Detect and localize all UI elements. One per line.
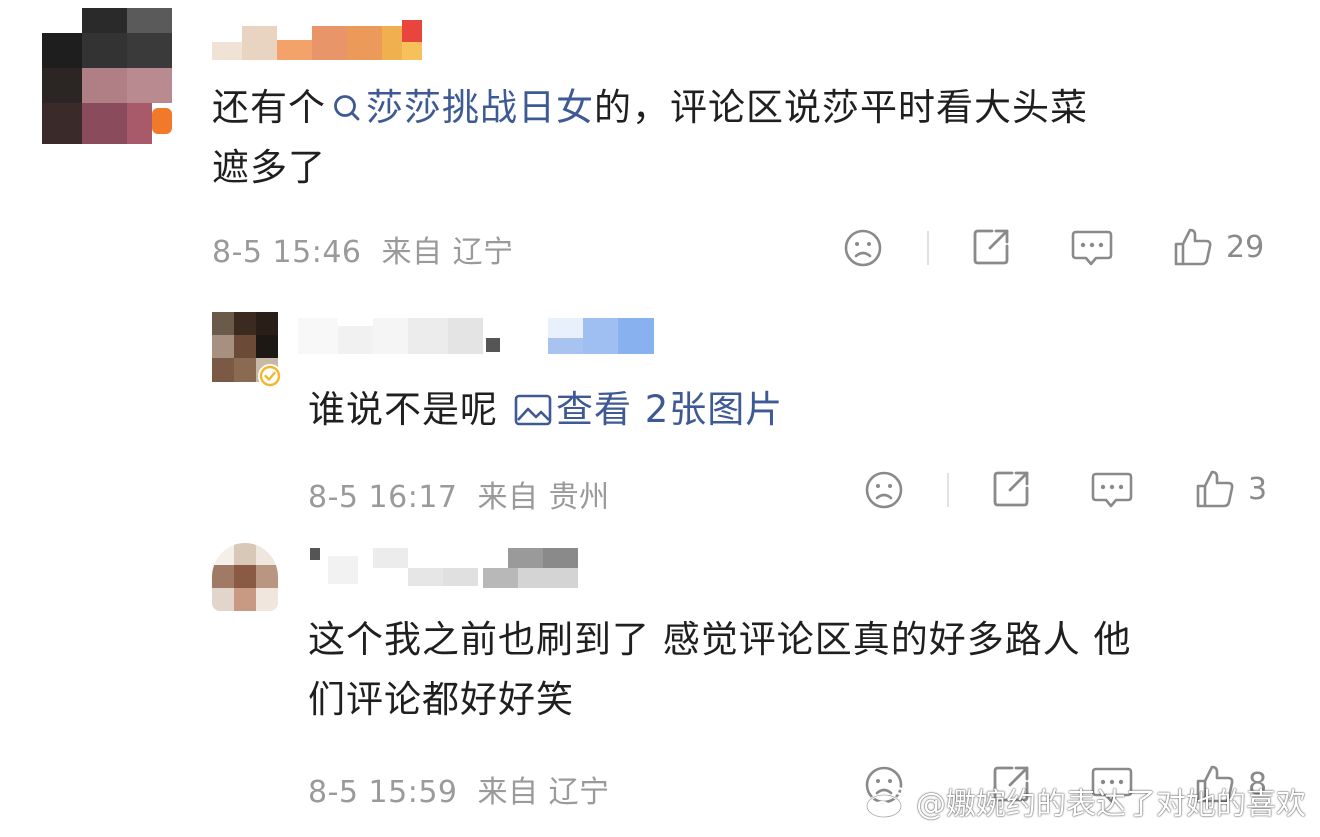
comment-text-line: 这个我之前也刷到了 感觉评论区真的好多路人 他 [308, 618, 1132, 661]
share-icon [993, 471, 1029, 507]
timestamp: 8-5 15:46 [212, 235, 362, 270]
image-icon [514, 394, 552, 426]
reply-button[interactable] [1090, 470, 1134, 510]
comment-text-segment: 谁说不是呢 [308, 388, 498, 431]
comment-icon [1091, 472, 1133, 508]
frown-face-icon [844, 229, 882, 267]
like-count: 3 [1248, 471, 1268, 507]
username[interactable] [298, 318, 658, 358]
comment-text-segment: 的，评论区说莎平时看大头菜 [594, 86, 1088, 129]
location: 来自 贵州 [477, 480, 610, 515]
like-button[interactable]: 29 [1172, 226, 1264, 268]
share-icon [973, 229, 1009, 265]
thumbs-up-icon [1174, 228, 1212, 266]
comment-text-line: 们评论都好好笑 [308, 678, 574, 721]
divider [947, 473, 949, 507]
comment-icon [1071, 230, 1113, 266]
comment-text: 这个我之前也刷到了 感觉评论区真的好多路人 他 们评论都好好笑 [308, 610, 1298, 730]
view-images-link[interactable]: 查看 2张图片 [498, 388, 783, 431]
dislike-button[interactable] [843, 228, 883, 268]
comment-text: 还有个 莎莎挑战日女的，评论区说莎平时看大头菜 遮多了 [212, 78, 1292, 198]
comment-text-segment: 还有个 [212, 86, 326, 129]
username[interactable] [212, 20, 427, 60]
comment-meta: 8-5 15:59 来自 辽宁 [308, 767, 610, 811]
location: 来自 辽宁 [381, 235, 514, 270]
share-button[interactable] [970, 226, 1012, 268]
comment-meta: 8-5 16:17 来自 贵州 [308, 472, 610, 516]
username[interactable] [298, 548, 598, 588]
like-button[interactable]: 3 [1194, 468, 1267, 510]
avatar[interactable] [212, 543, 278, 611]
topic-link[interactable]: 莎莎挑战日女 [326, 86, 594, 129]
dislike-button[interactable] [864, 470, 904, 510]
view-images-label[interactable]: 查看 2张图片 [556, 388, 783, 431]
weibo-icon [865, 786, 909, 819]
search-icon [334, 95, 360, 121]
verified-badge [258, 364, 282, 388]
like-count: 29 [1226, 229, 1265, 265]
reply-button[interactable] [1070, 228, 1114, 268]
comment-text-line: 遮多了 [212, 146, 326, 189]
watermark-text: @嫐婉约的表达了对她的喜欢 [916, 787, 1306, 822]
share-button[interactable] [990, 468, 1032, 510]
thumbs-up-icon [1196, 470, 1234, 508]
topic-link-label[interactable]: 莎莎挑战日女 [366, 86, 594, 129]
frown-face-icon [865, 471, 903, 509]
timestamp: 8-5 15:59 [308, 775, 458, 810]
watermark: @嫐婉约的表达了对她的喜欢 [864, 779, 1306, 823]
comment-text: 谁说不是呢 查看 2张图片 [308, 380, 1288, 440]
comment-meta: 8-5 15:46 来自 辽宁 [212, 227, 514, 271]
location: 来自 辽宁 [477, 775, 610, 810]
divider [927, 231, 929, 265]
timestamp: 8-5 16:17 [308, 480, 458, 515]
avatar[interactable] [42, 8, 172, 144]
verified-icon [259, 365, 281, 387]
